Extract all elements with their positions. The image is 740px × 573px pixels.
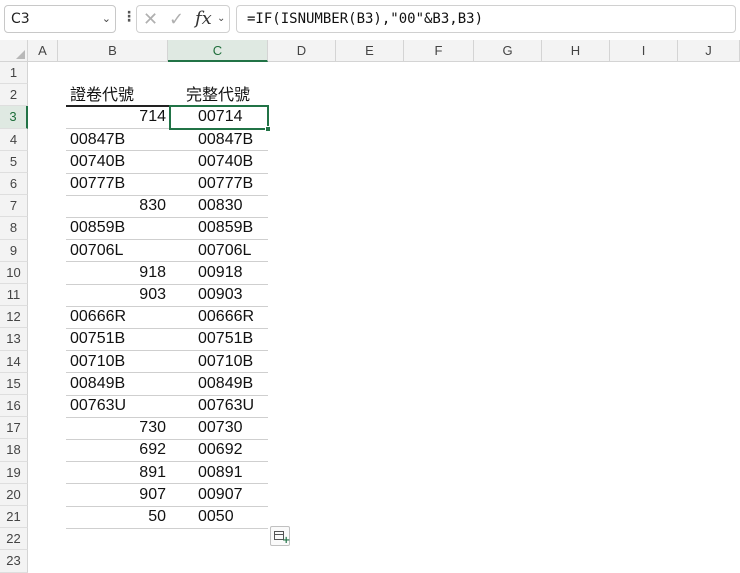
row-header-9[interactable]: 9: [0, 239, 28, 262]
cell-b13[interactable]: 00751B: [70, 328, 166, 350]
cell-c8[interactable]: 00859B: [198, 217, 253, 239]
cell-c10[interactable]: 00918: [198, 262, 243, 284]
row-header-1[interactable]: 1: [0, 62, 28, 85]
worksheet-grid[interactable]: 證卷代號 完整代號 714 00714 00847B 00847B 00740B 00740B…: [28, 62, 740, 572]
row-border: [66, 527, 268, 529]
active-cell-outline: [169, 105, 269, 130]
row-header-11[interactable]: 11: [0, 284, 28, 307]
cell-b3[interactable]: 714: [66, 106, 166, 128]
cell-b8[interactable]: 00859B: [70, 217, 166, 239]
row-header-5[interactable]: 5: [0, 150, 28, 173]
select-all-triangle-icon: [16, 50, 25, 59]
cell-c14[interactable]: 00710B: [198, 351, 253, 373]
quick-analysis-bolt-icon: +: [282, 535, 291, 547]
cell-b6[interactable]: 00777B: [70, 173, 166, 195]
row-header-15[interactable]: 15: [0, 372, 28, 395]
cell-c9[interactable]: 00706L: [198, 240, 251, 262]
cell-b12[interactable]: 00666R: [70, 306, 166, 328]
row-header-22[interactable]: 22: [0, 528, 28, 551]
name-box-value: C3: [11, 11, 30, 27]
cell-c12[interactable]: 00666R: [198, 306, 254, 328]
cell-b19[interactable]: 891: [66, 462, 166, 484]
cell-b11[interactable]: 903: [66, 284, 166, 306]
column-header-a[interactable]: A: [28, 40, 58, 62]
row-header-13[interactable]: 13: [0, 328, 28, 351]
cell-c4[interactable]: 00847B: [198, 129, 253, 151]
row-header-19[interactable]: 19: [0, 461, 28, 484]
cancel-icon[interactable]: ✕: [143, 9, 158, 30]
cell-b20[interactable]: 907: [66, 484, 166, 506]
cell-c6[interactable]: 00777B: [198, 173, 253, 195]
formula-bar: C3 ⌄ ⋮ ✕ ✓ fx ⌄ =IF(ISNUMBER(B3),"00"&B3…: [0, 0, 740, 38]
name-box-dropdown-icon[interactable]: ⌄: [102, 12, 111, 25]
row-header-18[interactable]: 18: [0, 439, 28, 462]
column-header-j[interactable]: J: [678, 40, 740, 62]
column-header-e[interactable]: E: [336, 40, 404, 62]
cell-b9[interactable]: 00706L: [70, 240, 166, 262]
header-code: 證卷代號: [70, 87, 135, 105]
cell-b5[interactable]: 00740B: [70, 151, 166, 173]
column-header-c[interactable]: C: [168, 40, 268, 62]
formula-text: =IF(ISNUMBER(B3),"00"&B3,B3): [247, 11, 484, 27]
row-header-2[interactable]: 2: [0, 84, 28, 107]
cell-c16[interactable]: 00763U: [198, 395, 254, 417]
cell-b14[interactable]: 00710B: [70, 351, 166, 373]
row-header-6[interactable]: 6: [0, 173, 28, 196]
cell-b18[interactable]: 692: [66, 439, 166, 461]
cell-c11[interactable]: 00903: [198, 284, 243, 306]
row-header-14[interactable]: 14: [0, 350, 28, 373]
row-header-21[interactable]: 21: [0, 506, 28, 529]
row-header-20[interactable]: 20: [0, 483, 28, 506]
row-header-4[interactable]: 4: [0, 128, 28, 151]
header-full-code: 完整代號: [186, 87, 251, 105]
row-header-16[interactable]: 16: [0, 395, 28, 418]
row-header-7[interactable]: 7: [0, 195, 28, 218]
select-all-corner[interactable]: [0, 40, 28, 62]
cell-c19[interactable]: 00891: [198, 462, 243, 484]
cell-b10[interactable]: 918: [66, 262, 166, 284]
formula-input[interactable]: =IF(ISNUMBER(B3),"00"&B3,B3): [236, 5, 736, 33]
cell-c20[interactable]: 00907: [198, 484, 243, 506]
cell-c21[interactable]: 0050: [198, 506, 234, 528]
cell-b4[interactable]: 00847B: [70, 129, 166, 151]
column-header-g[interactable]: G: [474, 40, 542, 62]
row-header-10[interactable]: 10: [0, 261, 28, 284]
cell-b15[interactable]: 00849B: [70, 373, 166, 395]
fill-handle[interactable]: [265, 125, 271, 132]
quick-analysis-icon[interactable]: +: [270, 526, 291, 547]
formula-bar-resize-handle-icon[interactable]: ⋮: [122, 9, 136, 25]
column-header-h[interactable]: H: [542, 40, 610, 62]
column-header-b[interactable]: B: [58, 40, 168, 62]
cell-b17[interactable]: 730: [66, 417, 166, 439]
formula-controls: ✕ ✓ fx ⌄: [136, 5, 230, 33]
cell-c5[interactable]: 00740B: [198, 151, 253, 173]
row-header-17[interactable]: 17: [0, 417, 28, 440]
name-box[interactable]: C3 ⌄: [4, 5, 116, 33]
row-header-8[interactable]: 8: [0, 217, 28, 240]
cell-b16[interactable]: 00763U: [70, 395, 166, 417]
column-header-d[interactable]: D: [268, 40, 336, 62]
column-header-f[interactable]: F: [404, 40, 474, 62]
cell-c13[interactable]: 00751B: [198, 328, 253, 350]
cell-c7[interactable]: 00830: [198, 195, 243, 217]
enter-icon[interactable]: ✓: [169, 9, 184, 30]
cell-c18[interactable]: 00692: [198, 439, 243, 461]
cell-b7[interactable]: 830: [66, 195, 166, 217]
cell-c17[interactable]: 00730: [198, 417, 243, 439]
cell-b21[interactable]: 50: [66, 506, 166, 528]
column-header-i[interactable]: I: [610, 40, 678, 62]
cell-c15[interactable]: 00849B: [198, 373, 253, 395]
row-header-3[interactable]: 3: [0, 106, 28, 129]
function-dropdown-icon[interactable]: ⌄: [217, 13, 225, 24]
row-header-12[interactable]: 12: [0, 306, 28, 329]
insert-function-icon[interactable]: fx: [195, 8, 212, 29]
row-header-23[interactable]: 23: [0, 550, 28, 573]
